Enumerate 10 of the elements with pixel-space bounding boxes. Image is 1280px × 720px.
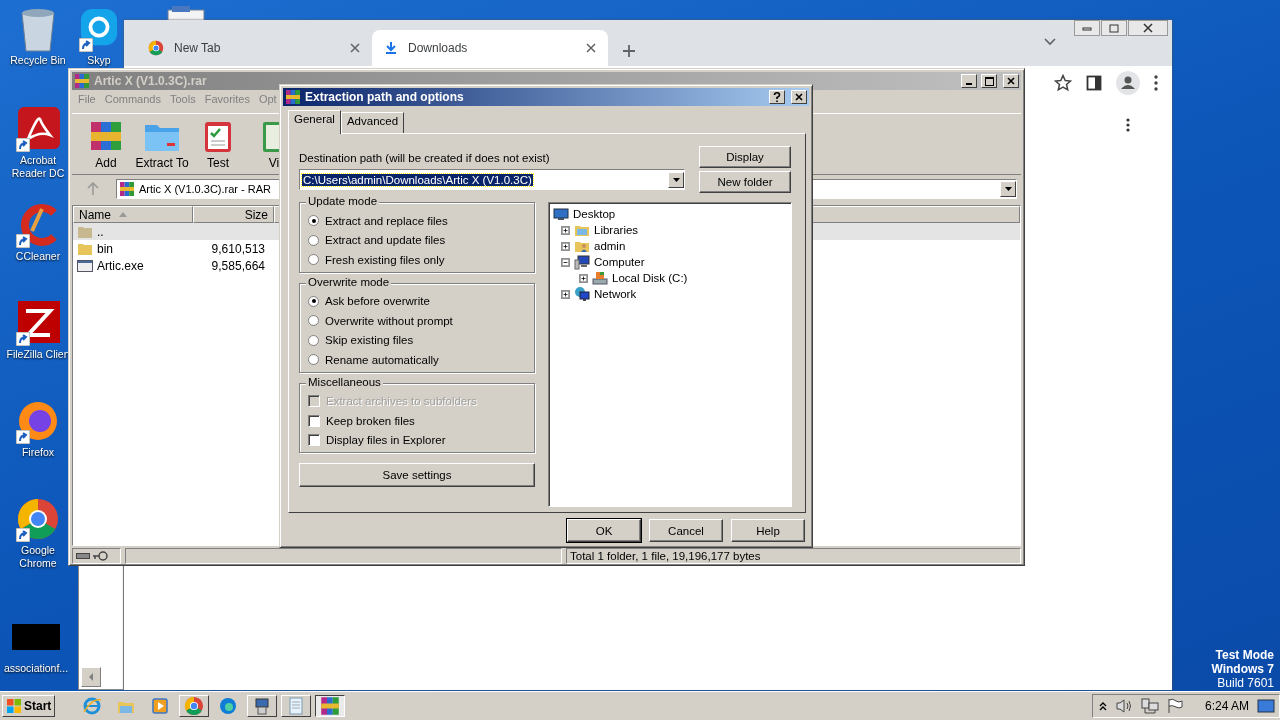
os-notice-text: Build 7601	[1217, 676, 1274, 690]
os-notice-text: Test Mode	[1215, 648, 1274, 662]
field-label: Destination path (will be created if does not exist)	[299, 152, 551, 164]
dialog-title: Extraction path and options	[305, 90, 464, 104]
window-title: Artic X (V1.0.3C).rar	[94, 74, 207, 88]
os-notice-text: Windows 7	[1211, 662, 1274, 676]
group-title: Overwrite mode	[306, 275, 392, 288]
group-title: Miscellaneous	[306, 375, 383, 388]
status-text: Total 1 folder, 1 file, 19,196,177 bytes	[566, 548, 1021, 564]
group-title: Update mode	[306, 195, 380, 207]
